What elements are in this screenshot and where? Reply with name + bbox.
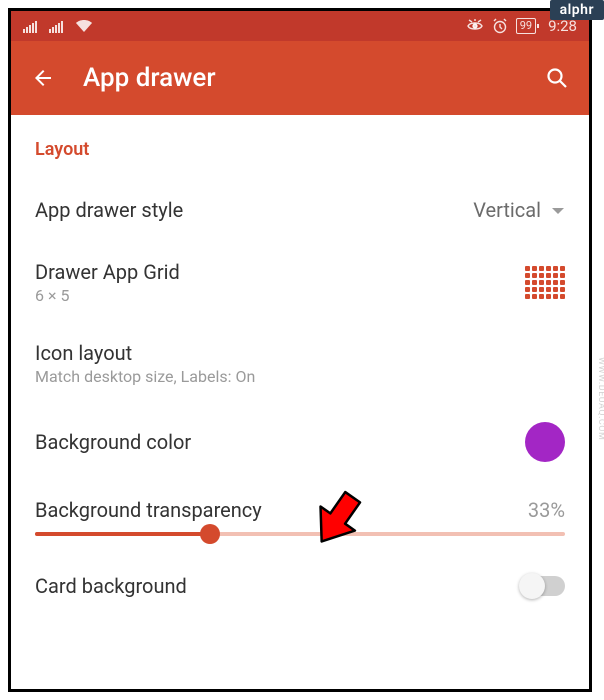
battery-level: 99 <box>516 18 536 34</box>
slider-background-transparency[interactable] <box>35 528 565 554</box>
battery-icon: 99 <box>516 18 540 34</box>
row-background-transparency: Background transparency 33% <box>35 480 565 528</box>
signal-icon <box>23 19 39 33</box>
label-app-drawer-style: App drawer style <box>35 198 183 222</box>
toggle-knob <box>519 573 545 599</box>
screenshot-frame: 99 9:28 App drawer Layout App drawer sty… <box>8 8 592 692</box>
app-bar: App drawer <box>11 41 589 115</box>
back-arrow-icon[interactable] <box>31 66 55 90</box>
status-bar: 99 9:28 <box>11 11 589 41</box>
color-swatch[interactable] <box>525 422 565 462</box>
eye-off-icon <box>466 19 484 33</box>
row-background-color[interactable]: Background color <box>35 404 565 480</box>
signal-icon-2 <box>49 19 65 33</box>
content-area: Layout App drawer style Vertical Drawer … <box>11 115 589 618</box>
label-card-background: Card background <box>35 574 187 598</box>
dropdown-app-drawer-style[interactable]: Vertical <box>473 198 565 222</box>
source-badge: alphr <box>550 0 604 20</box>
row-drawer-app-grid[interactable]: Drawer App Grid 6 × 5 <box>35 242 565 323</box>
value-background-transparency: 33% <box>528 498 565 522</box>
section-header-layout: Layout <box>35 115 565 178</box>
value-app-drawer-style: Vertical <box>473 198 541 222</box>
sub-drawer-app-grid: 6 × 5 <box>35 286 180 305</box>
slider-fill <box>35 532 210 536</box>
label-icon-layout: Icon layout <box>35 341 255 365</box>
label-background-color: Background color <box>35 430 191 454</box>
toggle-card-background[interactable] <box>521 576 565 596</box>
label-background-transparency: Background transparency <box>35 498 262 522</box>
row-icon-layout[interactable]: Icon layout Match desktop size, Labels: … <box>35 323 565 404</box>
slider-thumb[interactable] <box>200 524 220 544</box>
row-card-background[interactable]: Card background <box>35 554 565 618</box>
grid-preview-icon <box>525 266 565 299</box>
slider-track[interactable] <box>35 532 565 536</box>
label-drawer-app-grid: Drawer App Grid <box>35 260 180 284</box>
alarm-icon <box>492 18 508 34</box>
search-icon[interactable] <box>545 66 569 90</box>
status-left <box>23 19 93 33</box>
watermark: WWW.DEUAQ.COM <box>596 357 604 440</box>
wifi-icon <box>75 19 93 33</box>
row-app-drawer-style[interactable]: App drawer style Vertical <box>35 178 565 242</box>
chevron-down-icon <box>551 198 565 222</box>
sub-icon-layout: Match desktop size, Labels: On <box>35 367 255 386</box>
page-title: App drawer <box>83 63 517 93</box>
